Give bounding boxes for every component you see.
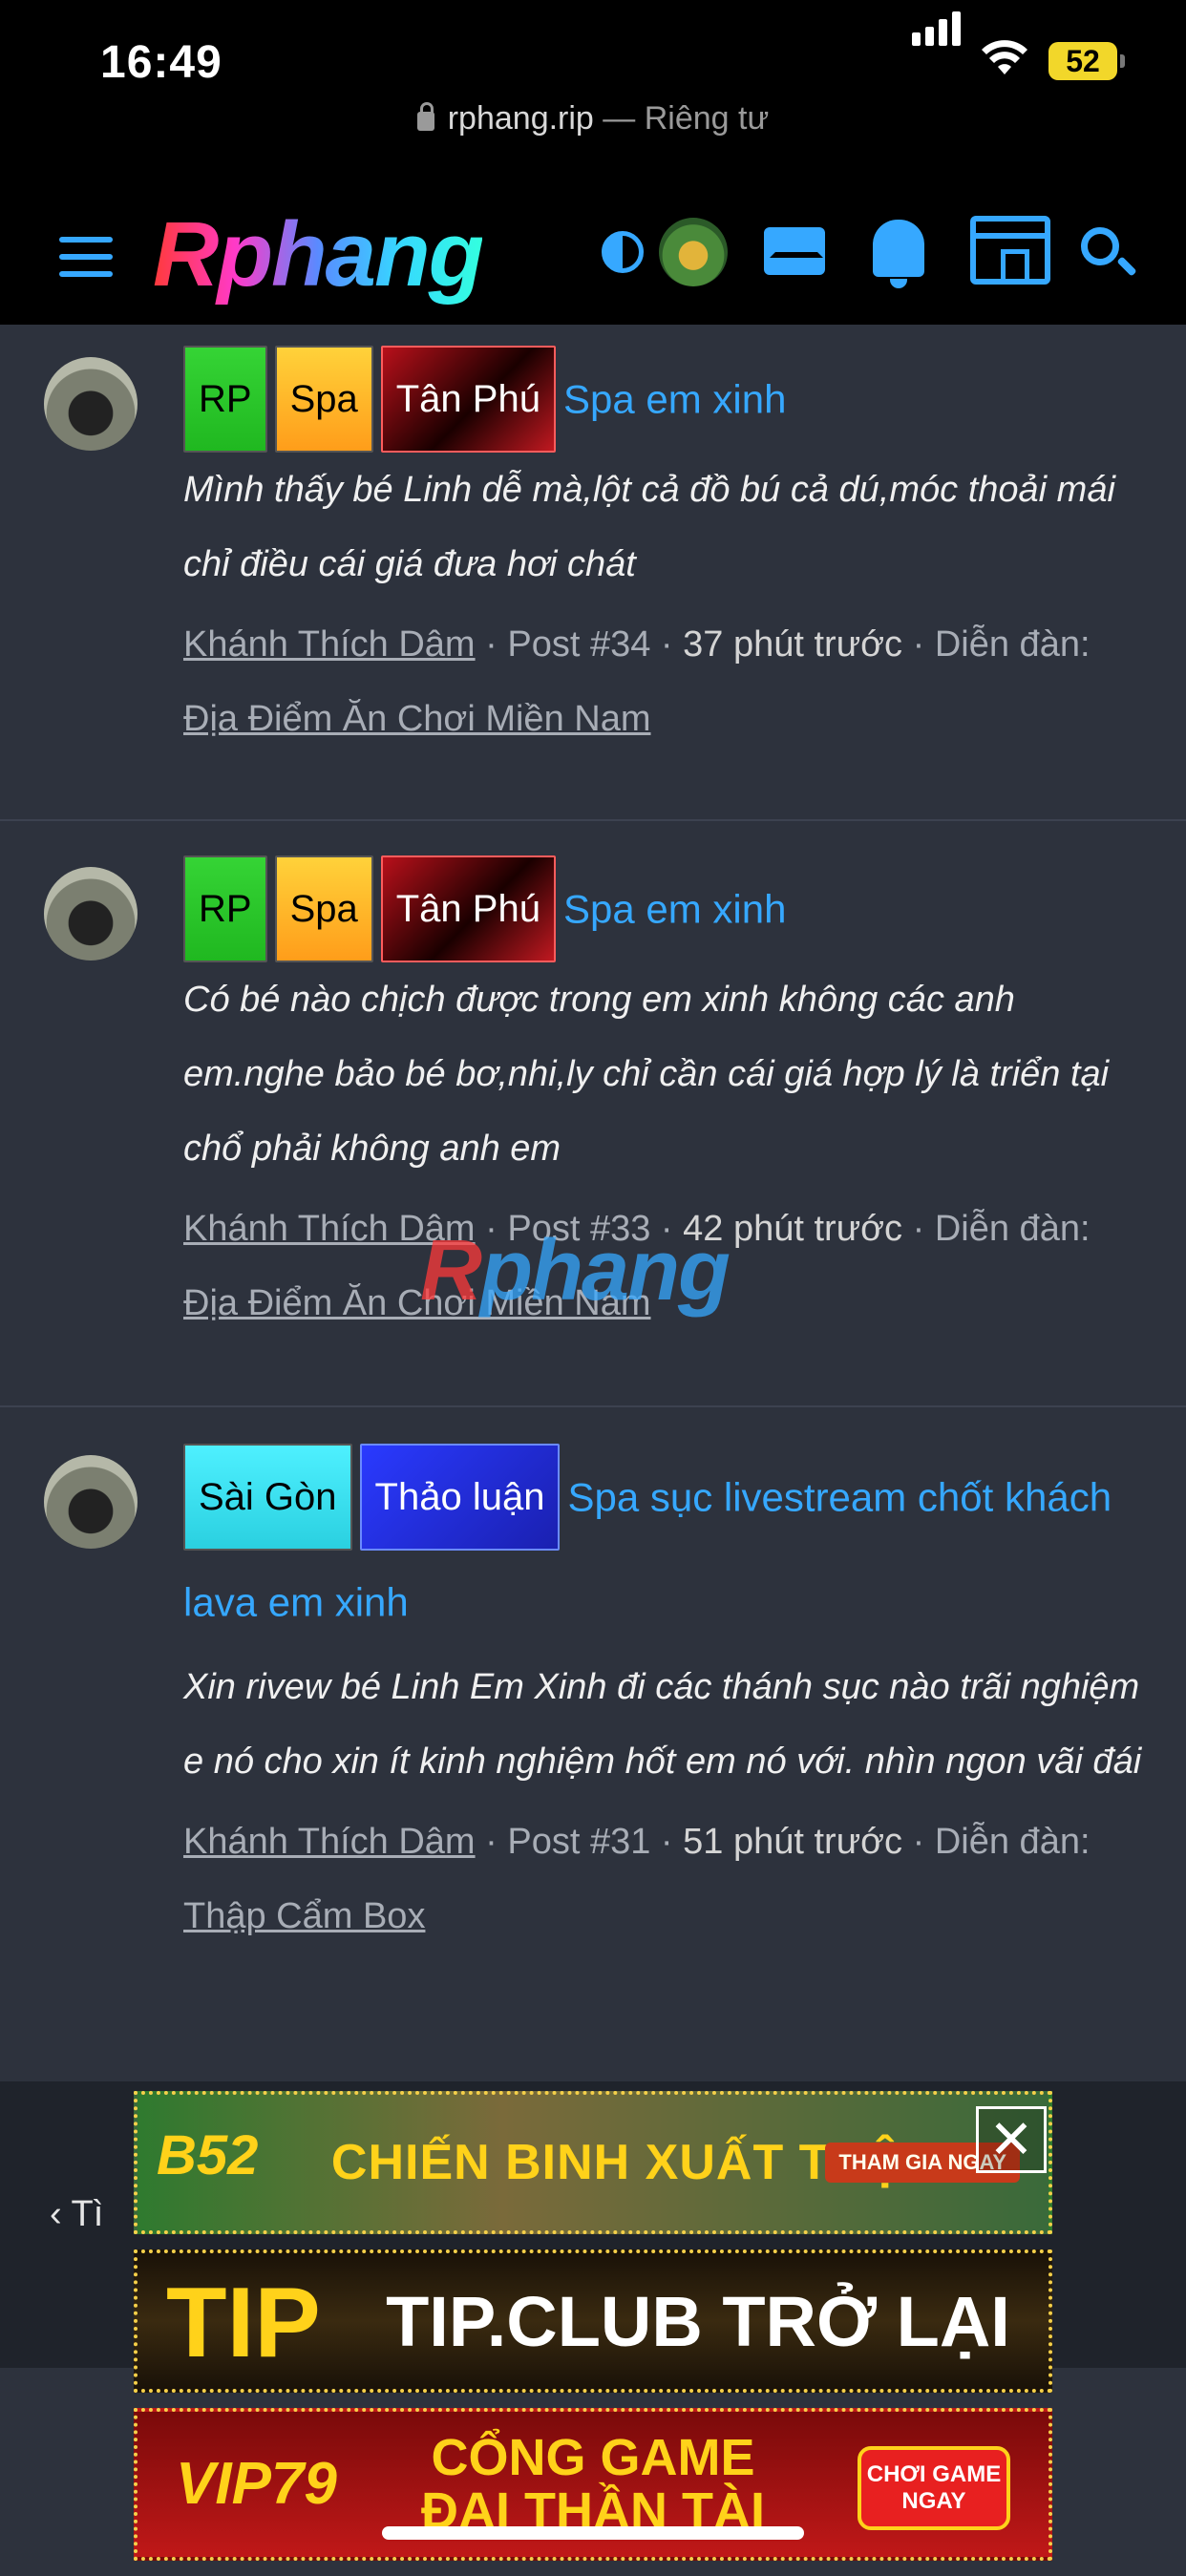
post-meta: Khánh Thích Dâm · Post #31 · 51 phút trư… bbox=[183, 1822, 1091, 1937]
post-number: Post #31 bbox=[507, 1822, 651, 1863]
author-avatar[interactable] bbox=[44, 867, 138, 961]
menu-icon[interactable] bbox=[59, 237, 113, 277]
forum-link[interactable]: Thập Cẩm Box bbox=[183, 1896, 425, 1936]
ad-tip-logo: TIP bbox=[166, 2268, 321, 2378]
author-avatar[interactable] bbox=[44, 357, 138, 451]
post-snippet: Có bé nào chịch được trong em xinh không… bbox=[183, 980, 1110, 1169]
ad-vip79-line1: CỔNG GAME bbox=[431, 2429, 755, 2486]
bell-icon[interactable] bbox=[873, 220, 924, 288]
ad-banners: B52 CHIẾN BINH XUẤT TRẬN THAM GIA NGAY T… bbox=[134, 2091, 1052, 2576]
back-label: Tì bbox=[71, 2194, 104, 2234]
author-link[interactable]: Khánh Thích Dâm bbox=[183, 1822, 476, 1862]
site-logo[interactable]: Rphang bbox=[153, 202, 484, 307]
tag-rp[interactable]: RP bbox=[183, 855, 267, 962]
status-time: 16:49 bbox=[100, 37, 222, 88]
site-header: Rphang bbox=[0, 181, 1186, 325]
battery-indicator: 52 bbox=[1048, 42, 1125, 80]
author-link[interactable]: Khánh Thích Dâm bbox=[183, 624, 476, 665]
tag-tan-phu[interactable]: Tân Phú bbox=[380, 855, 556, 962]
post-item: Sài Gòn Thảo luận Spa sục livestream chốt … bbox=[0, 1409, 1186, 2081]
ad-tip-text: TIP.CLUB TRỞ LẠI bbox=[386, 2281, 1010, 2361]
mail-icon[interactable] bbox=[764, 227, 825, 275]
url-bar[interactable]: rphang.rip — Riêng tư bbox=[0, 100, 1186, 181]
forum-link[interactable]: Địa Điểm Ăn Chơi Miền Nam bbox=[183, 699, 651, 739]
url-mode: Riêng tư bbox=[644, 100, 770, 137]
ad-banner-tip[interactable]: TIP TIP.CLUB TRỞ LẠI bbox=[134, 2249, 1052, 2393]
tag-spa[interactable]: Spa bbox=[274, 346, 373, 453]
watermark-rest: phang bbox=[480, 1223, 731, 1319]
forum-label: Diễn đàn: bbox=[934, 1822, 1091, 1863]
ad-vip79-cta: CHƠI GAME NGAY bbox=[858, 2446, 1010, 2530]
tag-tan-phu[interactable]: Tân Phú bbox=[380, 346, 556, 453]
post-time: 37 phút trước bbox=[683, 624, 903, 665]
ad-b52-logo: B52 bbox=[157, 2124, 259, 2186]
post-snippet: Xin rivew bé Linh Em Xinh đi các thánh s… bbox=[183, 1667, 1142, 1783]
author-avatar[interactable] bbox=[44, 1455, 138, 1549]
ad-vip79-cta2: NGAY bbox=[901, 2488, 966, 2514]
post-snippet: Mình thấy bé Linh dễ mà,lột cả đồ bú cả … bbox=[183, 470, 1115, 584]
theme-toggle-icon[interactable] bbox=[602, 231, 644, 273]
ad-vip79-logo: VIP79 bbox=[176, 2451, 337, 2517]
tag-thao-luan[interactable]: Thảo luận bbox=[359, 1444, 561, 1551]
tag-sai-gon[interactable]: Sài Gòn bbox=[183, 1444, 352, 1551]
url-separator: — bbox=[593, 100, 645, 137]
ad-vip79-cta1: CHƠI GAME bbox=[866, 2461, 1002, 2487]
tag-spa[interactable]: Spa bbox=[274, 855, 373, 962]
post-meta: Khánh Thích Dâm · Post #34 · 37 phút trư… bbox=[183, 624, 1091, 739]
search-icon[interactable] bbox=[1081, 227, 1119, 265]
forum-label: Diễn đàn: bbox=[934, 1209, 1091, 1249]
lock-icon bbox=[416, 102, 434, 131]
store-icon[interactable] bbox=[970, 216, 1050, 285]
tag-rp[interactable]: RP bbox=[183, 346, 267, 453]
thread-title-link[interactable]: Spa em xinh bbox=[563, 887, 786, 932]
post-item: RP Spa Tân Phú Spa em xinh Mình thấy bé Lin… bbox=[0, 325, 1186, 821]
url-domain: rphang.rip bbox=[447, 100, 594, 137]
post-time: 51 phút trước bbox=[683, 1822, 903, 1863]
watermark-r: R bbox=[420, 1223, 482, 1319]
home-indicator[interactable] bbox=[382, 2526, 804, 2540]
watermark-logo: Rphang bbox=[420, 1222, 731, 1320]
wifi-icon bbox=[982, 40, 1027, 74]
back-button[interactable]: ‹ Tì bbox=[50, 2194, 103, 2235]
forum-label: Diễn đàn: bbox=[934, 624, 1091, 665]
status-bar: 16:49 52 bbox=[0, 0, 1186, 100]
thread-title-link[interactable]: Spa em xinh bbox=[563, 377, 786, 422]
user-avatar[interactable] bbox=[659, 218, 728, 286]
post-number: Post #34 bbox=[507, 624, 651, 665]
close-ad-icon[interactable]: ✕ bbox=[976, 2106, 1047, 2173]
ad-banner-b52[interactable]: B52 CHIẾN BINH XUẤT TRẬN THAM GIA NGAY bbox=[134, 2091, 1052, 2234]
